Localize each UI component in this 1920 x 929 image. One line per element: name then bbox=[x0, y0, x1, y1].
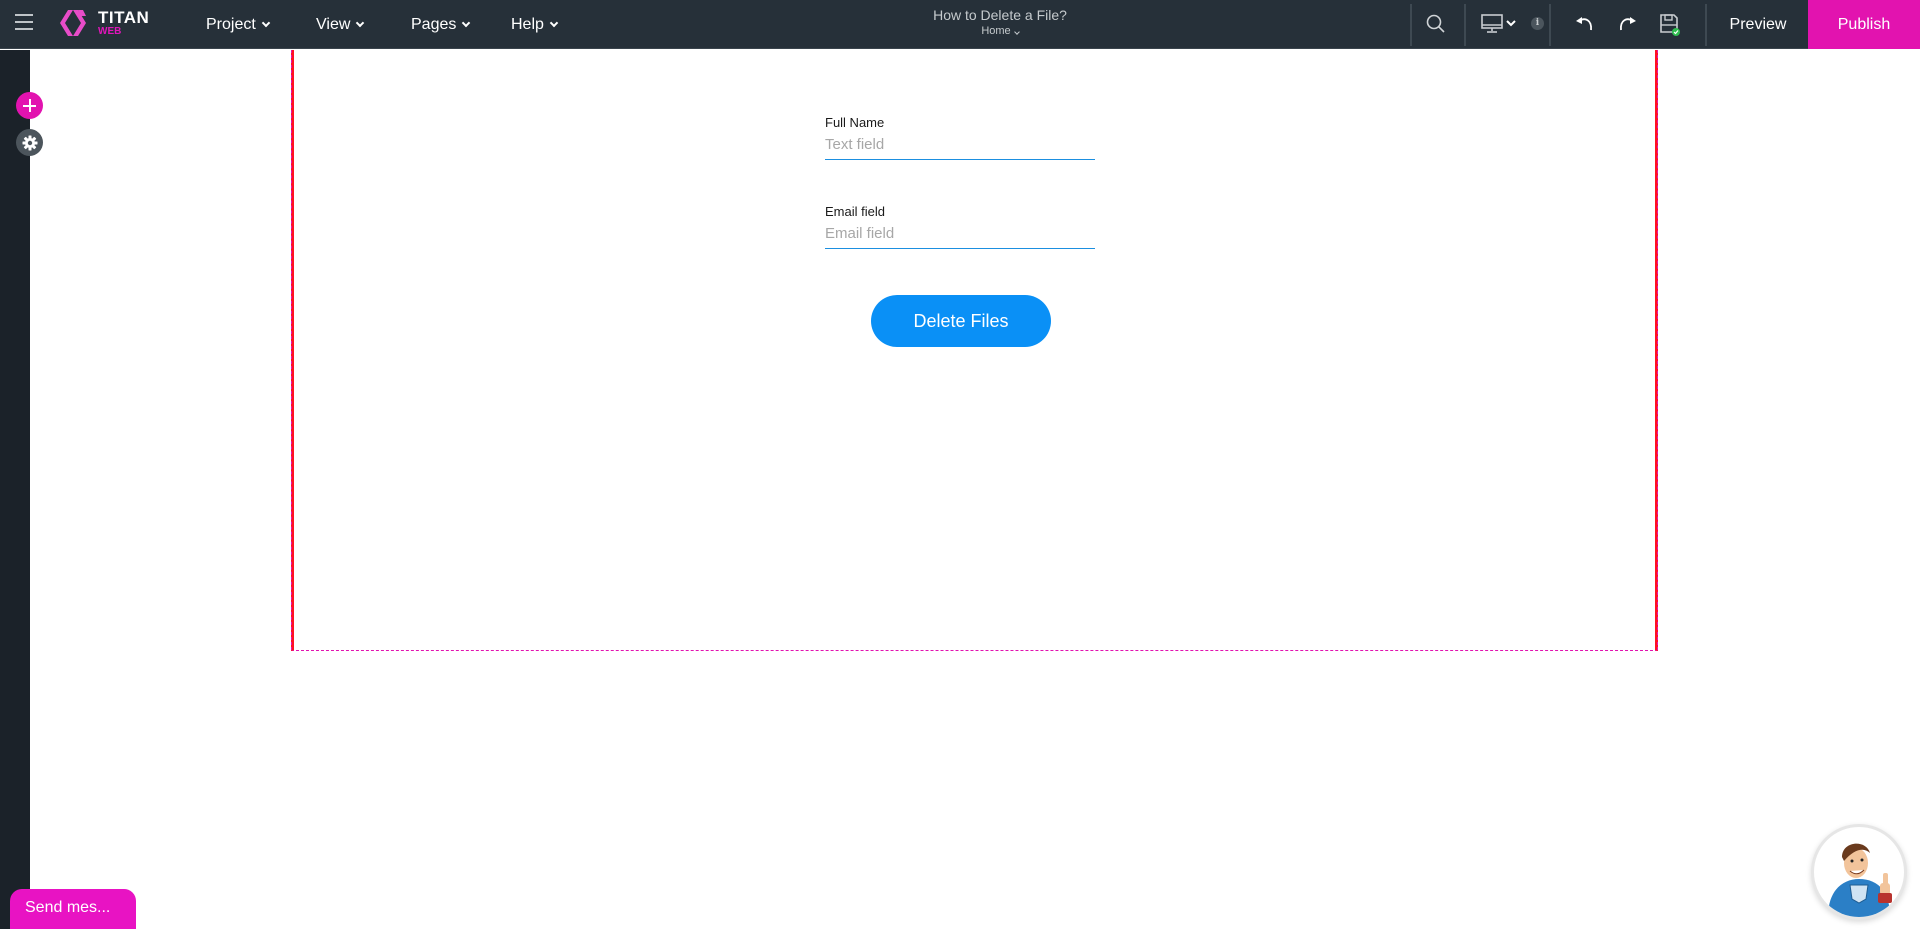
chevron-down-icon bbox=[261, 18, 271, 27]
email-group: Email field bbox=[825, 204, 1095, 249]
add-element-button[interactable] bbox=[16, 92, 43, 119]
full-name-input[interactable] bbox=[825, 136, 1095, 160]
delete-files-button[interactable]: Delete Files bbox=[871, 295, 1051, 347]
brand-name: TITAN bbox=[98, 8, 150, 27]
toolbar-divider bbox=[1549, 4, 1551, 46]
toolbar-divider bbox=[1410, 4, 1412, 46]
project-title-block: How to Delete a File? Home bbox=[900, 7, 1100, 37]
hamburger-menu-icon[interactable] bbox=[15, 14, 33, 30]
full-name-group: Full Name bbox=[825, 115, 1095, 160]
menu-help-label: Help bbox=[511, 15, 544, 33]
menu-pages[interactable]: Pages bbox=[411, 0, 471, 49]
search-icon[interactable] bbox=[1424, 12, 1448, 36]
publish-button[interactable]: Publish bbox=[1808, 0, 1920, 49]
current-page-label: Home bbox=[981, 25, 1011, 37]
superhero-mascot-icon bbox=[1828, 843, 1892, 917]
brand-subtitle: WEB bbox=[98, 26, 122, 37]
menu-project-label: Project bbox=[206, 15, 256, 33]
send-message-button[interactable]: Send mes... bbox=[10, 889, 136, 929]
email-input[interactable] bbox=[825, 225, 1095, 249]
chevron-down-icon bbox=[356, 18, 365, 27]
assistant-avatar[interactable] bbox=[1811, 824, 1907, 920]
toolbar-divider bbox=[1464, 4, 1466, 46]
chevron-down-icon bbox=[549, 18, 559, 27]
save-icon[interactable] bbox=[1657, 12, 1681, 36]
menu-project[interactable]: Project bbox=[206, 0, 271, 49]
left-rail bbox=[0, 50, 30, 929]
email-label: Email field bbox=[825, 204, 885, 219]
chevron-down-icon bbox=[462, 18, 471, 27]
menu-pages-label: Pages bbox=[411, 15, 457, 33]
menu-view[interactable]: View bbox=[316, 0, 365, 49]
undo-icon[interactable] bbox=[1573, 12, 1597, 36]
info-icon[interactable]: i bbox=[1531, 17, 1544, 30]
preview-button[interactable]: Preview bbox=[1710, 0, 1806, 49]
project-title: How to Delete a File? bbox=[933, 7, 1067, 23]
chevron-down-icon bbox=[1013, 29, 1020, 35]
menu-view-label: View bbox=[316, 15, 351, 33]
top-bar: TITAN WEB Project View Pages Help How to… bbox=[0, 0, 1920, 49]
menu-help[interactable]: Help bbox=[511, 0, 559, 49]
settings-button[interactable] bbox=[16, 129, 43, 156]
titan-logo-icon bbox=[60, 10, 86, 36]
titan-logo: TITAN WEB bbox=[58, 8, 149, 38]
device-selector[interactable] bbox=[1480, 12, 1520, 36]
form: Full Name Email field bbox=[825, 115, 1095, 293]
toolbar-divider bbox=[1705, 4, 1707, 46]
redo-icon[interactable] bbox=[1615, 12, 1639, 36]
full-name-label: Full Name bbox=[825, 115, 885, 130]
gear-icon bbox=[22, 135, 37, 150]
page-selector[interactable]: Home bbox=[900, 25, 1100, 37]
